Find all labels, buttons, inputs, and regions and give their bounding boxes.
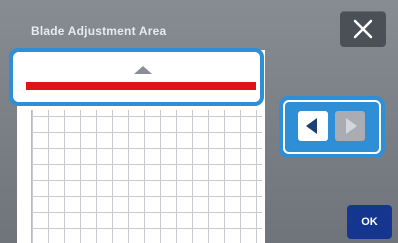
dialog-title: Blade Adjustment Area [31, 24, 167, 38]
move-right-button[interactable] [335, 111, 365, 141]
ok-button[interactable]: OK [347, 205, 392, 239]
close-button[interactable] [340, 11, 386, 47]
right-arrow-icon [346, 118, 357, 134]
blade-position-line [26, 82, 256, 90]
blade-adjustment-screen: Blade Adjustment Area OK [0, 0, 398, 243]
left-arrow-icon [306, 118, 317, 134]
move-left-button[interactable] [298, 111, 328, 141]
cutting-grid [31, 110, 262, 243]
close-icon [353, 19, 373, 39]
blade-area-selector[interactable] [13, 52, 260, 102]
up-arrow-icon [134, 66, 152, 74]
